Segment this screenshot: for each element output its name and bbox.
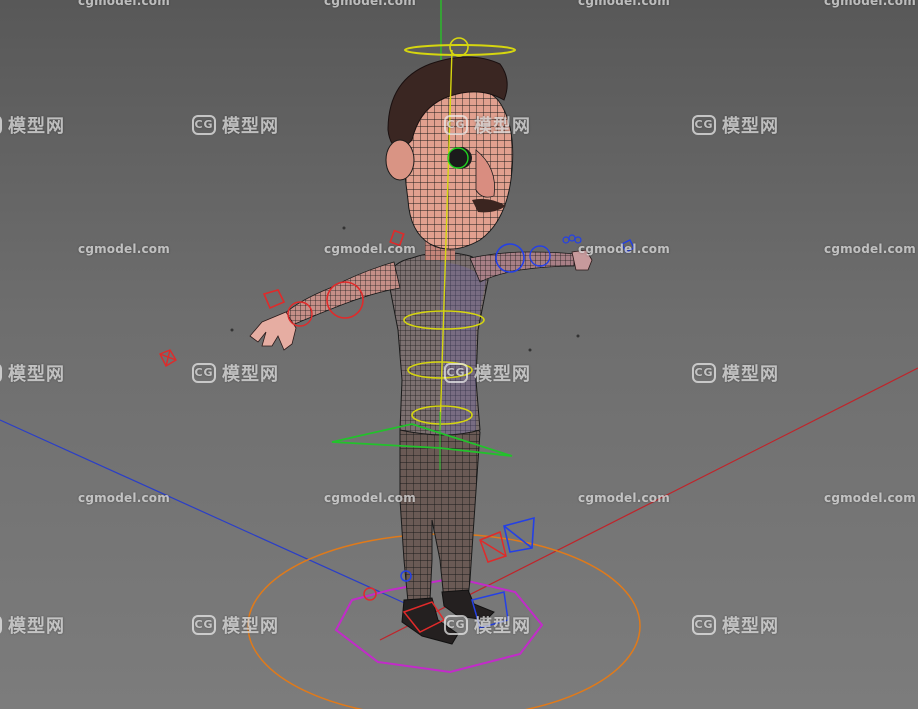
left-ik-pole-control[interactable]	[159, 349, 177, 367]
right-hand	[571, 249, 593, 271]
right-finger-control-2[interactable]	[568, 234, 576, 242]
z-axis-line	[0, 419, 421, 611]
character-ear	[385, 139, 415, 181]
right-finger-control-1[interactable]	[562, 236, 570, 244]
locator-dot	[230, 328, 234, 332]
left-clavicle-control[interactable]	[389, 229, 405, 247]
head-control-halo[interactable]	[404, 44, 516, 56]
head-pivot-control[interactable]	[449, 37, 469, 57]
left-arm-wire	[283, 261, 401, 327]
right-foot-ik-control[interactable]	[503, 516, 535, 553]
locator-dot	[528, 348, 532, 352]
right-shoe	[441, 589, 495, 621]
scene-canvas[interactable]	[0, 0, 918, 709]
right-ik-pole-control[interactable]	[621, 239, 635, 253]
3d-viewport[interactable]: cgmodel.com cgmodel.com cgmodel.com cgmo…	[0, 0, 918, 709]
left-wrist-control[interactable]	[262, 289, 286, 310]
locator-dot	[342, 226, 346, 230]
right-arm-wire	[469, 251, 575, 283]
right-finger-control-3[interactable]	[574, 236, 582, 244]
locator-dot	[576, 334, 580, 338]
